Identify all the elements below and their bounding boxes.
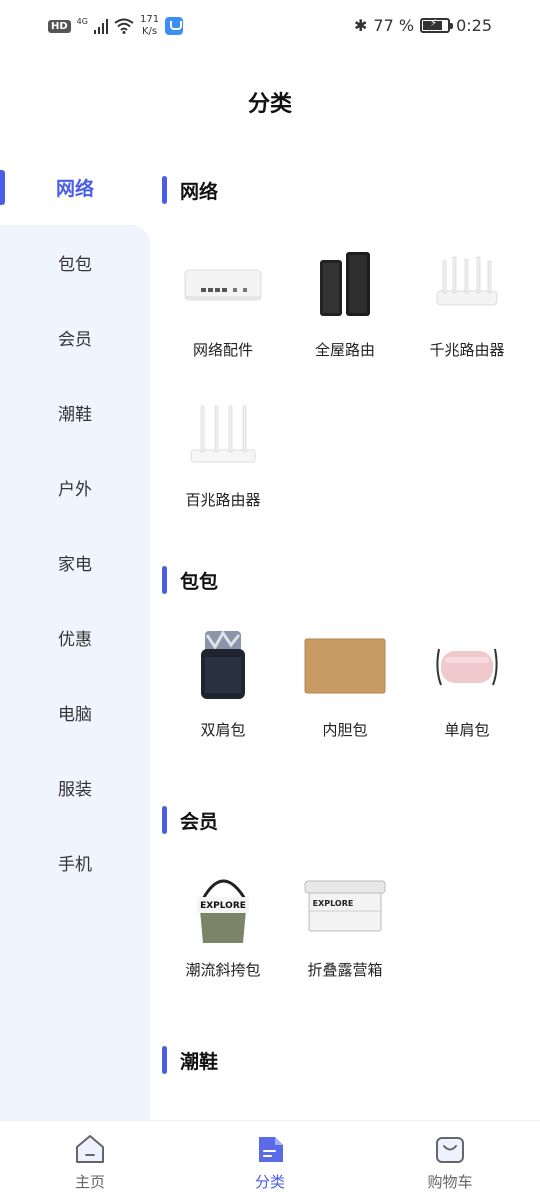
section-accent-bar [162, 566, 167, 594]
product-label: 潮流斜挎包 [185, 961, 261, 979]
sidebar-item-label: 潮鞋 [58, 405, 92, 425]
sidebar-item-label: 电脑 [58, 705, 92, 725]
section-title-text: 会员 [180, 810, 219, 833]
bluetooth-icon: ✱ [354, 16, 368, 35]
product-label: 千兆路由器 [429, 341, 505, 359]
product-crossbody-bag[interactable]: EXPLORE 潮流斜挎包 [163, 865, 283, 995]
product-label: 双肩包 [200, 721, 246, 739]
signal-icon [93, 18, 108, 34]
backpack-image [178, 625, 268, 705]
bottom-nav: 主页 分类 购物车 [0, 1120, 540, 1200]
section-accent-bar [162, 1046, 167, 1074]
section-title-text: 潮鞋 [180, 1050, 219, 1073]
cart-icon [436, 1137, 464, 1163]
product-camping-box[interactable]: EXPLORE 折叠露营箱 [285, 865, 405, 995]
brand-text: EXPLORE [200, 901, 246, 911]
brand-text: EXPLORE [313, 899, 354, 908]
sidebar-item-bags[interactable]: 包包 [0, 225, 150, 300]
hd-badge: HD [48, 19, 71, 33]
sidebar-item-phones[interactable]: 手机 [0, 825, 150, 900]
product-label: 百兆路由器 [185, 491, 261, 509]
sidebar-item-label: 包包 [58, 255, 92, 275]
network-speed: 171 K/s [140, 14, 159, 38]
sidebar-item-membership[interactable]: 会员 [0, 300, 150, 375]
category-icon [259, 1137, 283, 1162]
product-label: 折叠露营箱 [307, 961, 383, 979]
clock: 0:25 [456, 16, 492, 35]
gigabit-router-image [422, 245, 512, 325]
status-right: ✱ 77 % ⚡ 0:25 [354, 16, 492, 35]
shopping-app-icon [165, 17, 184, 35]
product-shoulder-bag[interactable]: 单肩包 [407, 625, 527, 755]
sidebar-item-label: 手机 [58, 855, 92, 875]
fast-router-image [178, 395, 268, 475]
nav-category[interactable]: 分类 [210, 1133, 330, 1192]
speed-unit: K/s [141, 26, 158, 37]
camping-box-image: EXPLORE [300, 865, 390, 945]
speed-value: 171 [139, 14, 160, 25]
sidebar-item-clothing[interactable]: 服装 [0, 750, 150, 825]
product-fast-router[interactable]: 百兆路由器 [163, 395, 283, 525]
sidebar-item-sneakers[interactable]: 潮鞋 [0, 375, 150, 450]
section-title-network: 网络 [162, 175, 218, 205]
network-type: 4G [76, 16, 88, 26]
nav-label: 主页 [74, 1173, 105, 1191]
product-whole-home-router[interactable]: 全屋路由 [285, 245, 405, 375]
nav-label: 购物车 [427, 1173, 473, 1191]
product-label: 单肩包 [444, 721, 490, 739]
section-title-text: 网络 [180, 180, 219, 203]
sidebar-item-label: 网络 [55, 178, 94, 200]
charging-icon: ⚡ [430, 18, 438, 29]
battery-icon: ⚡ [420, 18, 454, 33]
page-title: 分类 [247, 92, 292, 117]
section-title-sneakers: 潮鞋 [162, 1045, 218, 1075]
sidebar-item-label: 优惠 [58, 630, 92, 650]
battery-percent: 77 % [373, 16, 415, 35]
sidebar-item-appliances[interactable]: 家电 [0, 525, 150, 600]
status-left: HD 4G 171 K/s [48, 14, 184, 38]
network-switch-image [178, 245, 268, 325]
mesh-router-image [300, 245, 390, 325]
product-laptop-sleeve[interactable]: 内胆包 [285, 625, 405, 755]
sidebar-item-computers[interactable]: 电脑 [0, 675, 150, 750]
status-bar: HD 4G 171 K/s ✱ 77 % ⚡ 0:25 [0, 0, 540, 56]
product-label: 内胆包 [322, 721, 368, 739]
product-label: 网络配件 [192, 341, 253, 359]
sidebar-item-label: 服装 [58, 780, 92, 800]
section-title-membership: 会员 [162, 805, 218, 835]
home-icon [76, 1135, 104, 1163]
sidebar-item-label: 会员 [58, 330, 92, 350]
product-backpack[interactable]: 双肩包 [163, 625, 283, 755]
crossbody-bag-image: EXPLORE [178, 865, 268, 945]
active-indicator [0, 170, 5, 205]
laptop-sleeve-image [300, 625, 390, 705]
wifi-icon [114, 18, 134, 34]
nav-cart[interactable]: 购物车 [390, 1133, 510, 1192]
product-label: 全屋路由 [314, 341, 375, 359]
section-accent-bar [162, 176, 167, 204]
shoulder-bag-image [422, 625, 512, 705]
nav-label: 分类 [254, 1173, 285, 1191]
nav-home[interactable]: 主页 [30, 1133, 150, 1192]
section-title-bags: 包包 [162, 565, 218, 595]
section-accent-bar [162, 806, 167, 834]
sidebar-item-outdoor[interactable]: 户外 [0, 450, 150, 525]
sidebar-item-deals[interactable]: 优惠 [0, 600, 150, 675]
category-content: 网络 网络配件 全屋路由 千兆路由器 百兆路由器 包包 双肩包 内胆包 单肩包 … [150, 150, 540, 1120]
sidebar-item-label: 家电 [58, 555, 92, 575]
sidebar-item-label: 户外 [58, 480, 92, 500]
product-network-accessories[interactable]: 网络配件 [163, 245, 283, 375]
product-gigabit-router[interactable]: 千兆路由器 [407, 245, 527, 375]
sidebar-item-network[interactable]: 网络 [0, 150, 150, 225]
category-sidebar: 网络 包包 会员 潮鞋 户外 家电 优惠 电脑 服装 手机 [0, 150, 150, 1120]
section-title-text: 包包 [180, 570, 219, 593]
